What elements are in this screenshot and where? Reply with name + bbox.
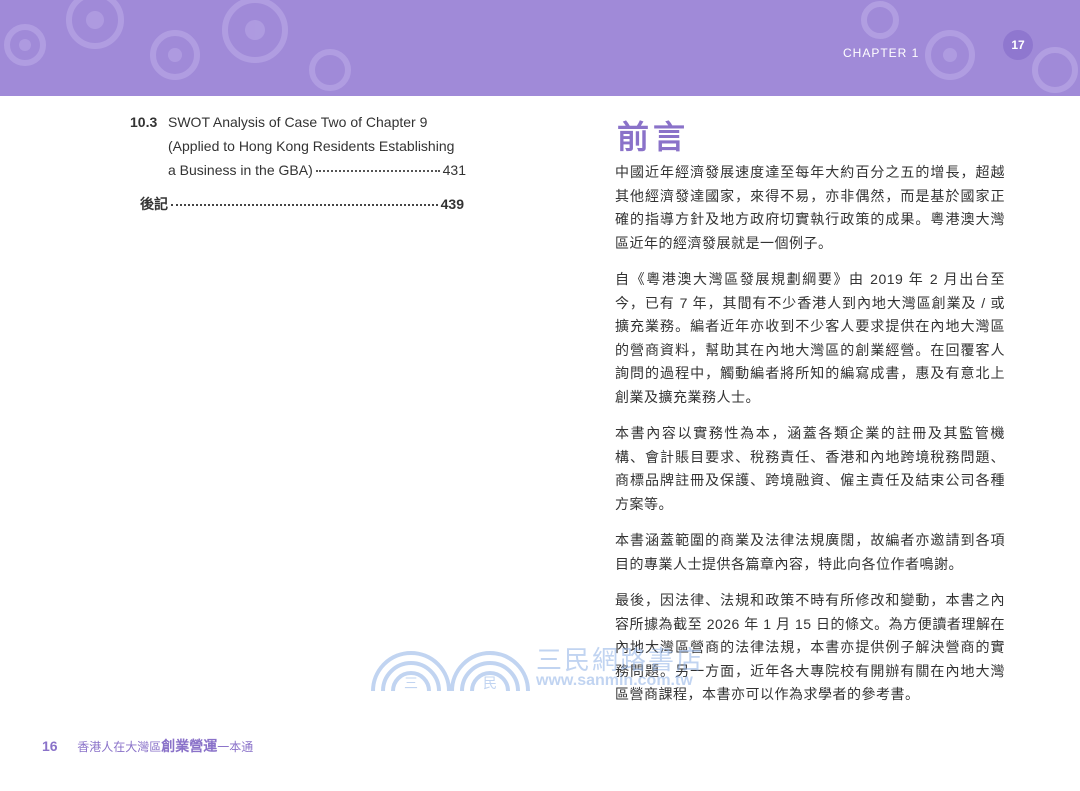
toc-entry-line3: a Business in the GBA) [168,162,313,178]
toc-entry-page: 431 [442,162,466,178]
watermark: 三 民 三民網路書店 www.sanmin.com.tw [368,636,718,696]
toc-entry-afterword[interactable]: 後記 439 [140,194,464,214]
book-title-main: 創業營運 [161,738,218,754]
watermark-url: www.sanmin.com.tw [536,672,693,689]
preface-title: 前言 [617,119,690,155]
toc-entry-number: 10.3 [130,114,158,130]
toc-afterword-label: 後記 [140,196,168,212]
toc-leader-dots [171,204,438,206]
toc-afterword-page: 439 [440,196,464,212]
watermark-logo-icon: 三 民 [371,651,530,692]
header-band: CHAPTER 1 17 [0,0,1080,96]
toc-entry-line1: SWOT Analysis of Case Two of Chapter 9 [168,114,428,130]
preface-paragraph: 本書涵蓋範圍的商業及法律法規廣闊，故編者亦邀請到各項目的專業人士提供各篇章內容，… [615,532,1005,572]
preface-paragraph: 中國近年經濟發展速度達至每年大約百分之五的增長，超越其他經濟發達國家，來得不易，… [615,164,1005,251]
toc-section: 10.3 SWOT Analysis of Case Two of Chapte… [130,110,466,182]
book-title-suffix: 一本通 [217,740,254,754]
page-number-left: 16 [42,738,58,754]
preface-paragraph: 自《粵港澳大灣區發展規劃綱要》由 2019 年 2 月出台至今，已有 7 年，其… [615,271,1005,405]
footer-book-title: 香港人在大灣區創業營運一本通 [77,738,254,754]
book-title-prefix: 香港人在大灣區 [77,740,162,754]
preface-paragraph: 本書內容以實務性為本，涵蓋各類企業的註冊及其監管機構、會計賬目要求、稅務責任、香… [615,425,1005,512]
chapter-label: CHAPTER 1 [843,46,920,60]
footer-left: 16 香港人在大灣區創業營運一本通 [42,736,253,756]
toc-leader-dots [315,170,440,172]
page-number-right: 17 [1003,30,1033,60]
watermark-char1: 三 [404,676,418,692]
toc-entry-line2: (Applied to Hong Kong Residents Establis… [168,138,455,154]
toc-entry-10-3[interactable]: 10.3 SWOT Analysis of Case Two of Chapte… [130,110,466,182]
watermark-char2: 民 [483,676,497,692]
